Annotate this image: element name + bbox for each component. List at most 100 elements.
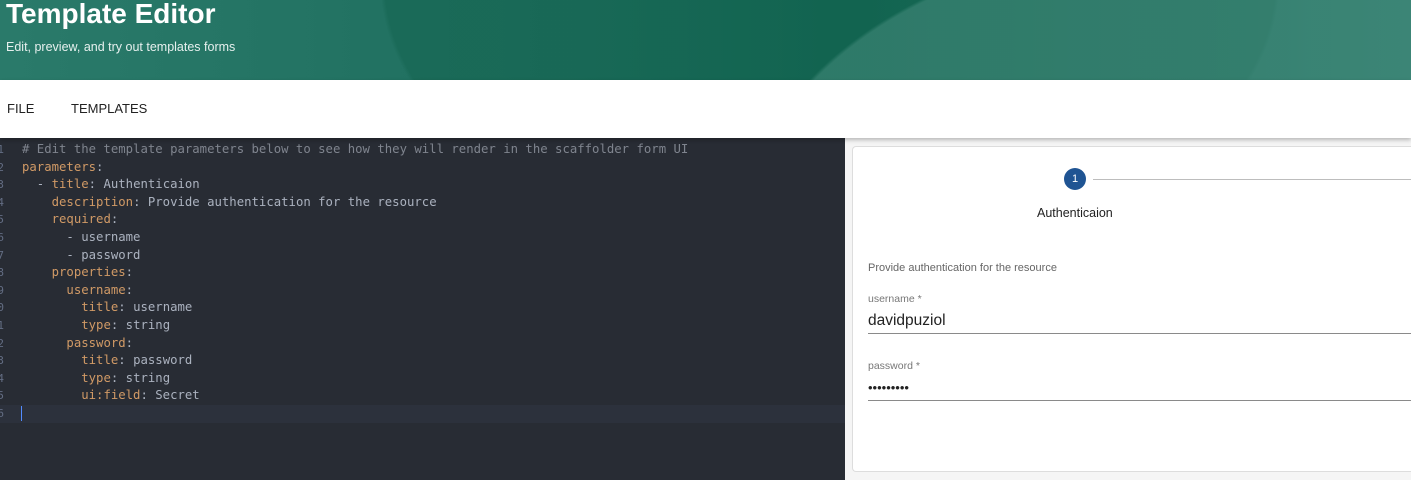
- text-cursor: [21, 406, 22, 421]
- code-token-punct: :: [125, 335, 134, 350]
- code-line[interactable]: 8 properties:: [0, 264, 845, 282]
- code-token-punct: [22, 212, 52, 226]
- page-title: Template Editor: [6, 0, 216, 29]
- code-token-val: password: [81, 247, 141, 262]
- app-header: Template Editor Edit, preview, and try o…: [0, 0, 1411, 80]
- code-token-key: password: [66, 335, 126, 350]
- username-input[interactable]: [868, 308, 1411, 334]
- step-connector: [1093, 179, 1411, 180]
- code-text: - title: Authenticaion: [22, 176, 200, 194]
- code-token-punct: :: [140, 388, 156, 403]
- line-number: 1: [0, 143, 4, 156]
- page-subtitle: Edit, preview, and try out templates for…: [6, 40, 236, 54]
- line-number: 7: [0, 248, 4, 262]
- line-number: 2: [0, 160, 4, 174]
- line-number: 8: [0, 266, 4, 280]
- code-token-punct: [22, 388, 81, 402]
- code-text: properties:: [22, 264, 133, 282]
- username-label: username *: [868, 293, 922, 305]
- code-line[interactable]: 10 title: username: [0, 299, 845, 317]
- code-token-punct: -: [22, 177, 52, 192]
- code-token-val: Authenticaion: [103, 177, 200, 192]
- code-text: - password: [22, 247, 140, 265]
- code-line[interactable]: 11 type: string: [0, 317, 845, 335]
- code-token-key: type: [81, 370, 111, 385]
- code-token-punct: :: [125, 282, 134, 297]
- line-number: 14: [0, 371, 4, 385]
- code-text: username:: [22, 282, 133, 300]
- code-token-val: username: [133, 300, 193, 315]
- code-line[interactable]: 6 - username: [0, 229, 845, 247]
- code-token-punct: [22, 336, 66, 350]
- code-text: ui:field: Secret: [22, 387, 200, 405]
- code-token-punct: :: [110, 370, 126, 385]
- step-description: Provide authentication for the resource: [868, 262, 1057, 274]
- line-number: 11: [0, 319, 4, 332]
- code-token-punct: [22, 265, 52, 279]
- code-token-val: string: [125, 318, 171, 332]
- line-number: 16: [0, 407, 4, 420]
- code-line[interactable]: 2 parameters:: [0, 159, 845, 177]
- code-line[interactable]: 15 ui:field: Secret: [0, 387, 845, 405]
- code-token-key: title: [51, 177, 89, 192]
- code-text: type: string: [22, 317, 170, 335]
- code-token-key: parameters: [22, 159, 97, 174]
- code-line[interactable]: 14 type: string: [0, 370, 845, 388]
- code-token-punct: :: [96, 159, 104, 174]
- line-number: 5: [0, 213, 4, 227]
- code-line[interactable]: 1 # Edit the template parameters below to…: [0, 141, 845, 159]
- line-number: 9: [0, 283, 4, 297]
- line-number: 15: [0, 389, 4, 403]
- code-token-punct: :: [118, 300, 134, 315]
- code-line[interactable]: 13 title: password: [0, 352, 845, 370]
- menu-bar: FILE TEMPLATES: [0, 80, 1411, 138]
- code-line[interactable]: 7 - password: [0, 247, 845, 265]
- code-line[interactable]: 9 username:: [0, 282, 845, 300]
- form-preview-card: 1 Authenticaion Provide authentication f…: [852, 146, 1411, 472]
- code-text: # Edit the template parameters below to …: [22, 141, 688, 159]
- line-number: 3: [0, 178, 4, 192]
- code-token-punct: [22, 371, 81, 385]
- code-text: description: Provide authentication for …: [22, 194, 437, 212]
- code-editor[interactable]: 1 # Edit the template parameters below to…: [0, 138, 845, 480]
- code-token-val: Secret: [155, 388, 200, 403]
- code-text: - username: [22, 229, 140, 247]
- code-line[interactable]: 12 password:: [0, 335, 845, 353]
- line-number: 10: [0, 301, 4, 315]
- line-number: 12: [0, 336, 4, 350]
- password-input[interactable]: [868, 375, 1411, 401]
- code-token-val: username: [81, 230, 141, 244]
- code-token-punct: [22, 195, 52, 209]
- code-token-punct: :: [88, 177, 104, 192]
- step-label: Authenticaion: [1037, 206, 1113, 220]
- code-token-key: required: [51, 212, 111, 227]
- code-text: title: password: [22, 352, 192, 370]
- code-token-key: type: [81, 318, 111, 332]
- code-token-punct: [22, 283, 66, 297]
- code-line[interactable]: 5 required:: [0, 211, 845, 229]
- code-token-punct: :: [133, 194, 148, 209]
- line-number: 6: [0, 231, 4, 244]
- code-token-key: ui:field: [81, 388, 141, 403]
- code-line[interactable]: 3 - title: Authenticaion: [0, 176, 845, 194]
- menu-templates[interactable]: TEMPLATES: [71, 101, 147, 116]
- code-token-punct: [22, 300, 81, 314]
- code-line[interactable]: 16: [0, 405, 845, 423]
- password-label: password *: [868, 360, 920, 372]
- code-token-key: properties: [51, 265, 126, 280]
- code-token-punct: -: [22, 247, 82, 262]
- code-token-val: password: [133, 353, 193, 368]
- code-text: parameters:: [22, 159, 103, 177]
- code-token-val: Provide authentication for the resource: [147, 194, 437, 209]
- code-text: title: username: [22, 299, 192, 317]
- code-text: password:: [22, 335, 133, 353]
- code-token-punct: :: [125, 265, 134, 280]
- code-token-punct: :: [110, 212, 119, 227]
- line-number: 4: [0, 195, 4, 209]
- code-line[interactable]: 4 description: Provide authentication fo…: [0, 194, 845, 212]
- code-token-punct: -: [22, 230, 82, 244]
- code-token-punct: [22, 353, 81, 367]
- line-number: 13: [0, 354, 4, 368]
- header-decoration: [740, 0, 1411, 80]
- menu-file[interactable]: FILE: [7, 101, 34, 116]
